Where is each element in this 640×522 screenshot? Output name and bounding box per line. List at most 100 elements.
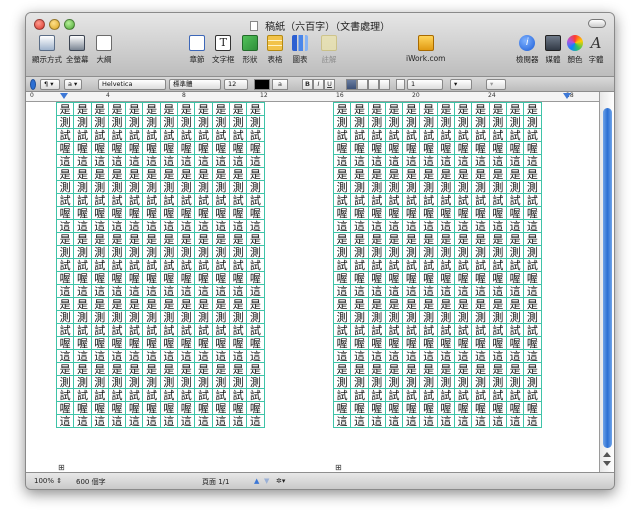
manuscript-cell[interactable]: 是 — [419, 297, 438, 311]
manuscript-cell[interactable]: 試 — [471, 128, 490, 142]
manuscript-cell[interactable]: 喔 — [488, 141, 507, 155]
manuscript-cell[interactable]: 喔 — [159, 206, 179, 220]
manuscript-cell[interactable]: 這 — [332, 349, 352, 363]
manuscript-cell[interactable]: 試 — [384, 193, 404, 207]
table-handle-icon[interactable]: ⊞ — [58, 463, 65, 472]
manuscript-cell[interactable]: 是 — [159, 362, 179, 376]
manuscript-cell[interactable]: 測 — [419, 115, 438, 129]
manuscript-cell[interactable]: 這 — [436, 414, 456, 428]
manuscript-cell[interactable]: 是 — [246, 362, 265, 376]
manuscript-cell[interactable]: 測 — [350, 115, 369, 129]
manuscript-cell[interactable]: 這 — [125, 414, 144, 428]
manuscript-cell[interactable]: 測 — [177, 180, 196, 194]
manuscript-cell[interactable]: 試 — [436, 128, 456, 142]
manuscript-cell[interactable]: 是 — [505, 232, 525, 246]
manuscript-cell[interactable]: 喔 — [350, 336, 369, 350]
manuscript-cell[interactable]: 是 — [107, 232, 127, 246]
manuscript-cell[interactable]: 測 — [142, 180, 161, 194]
manuscript-cell[interactable]: 試 — [177, 258, 196, 272]
manuscript-cell[interactable]: 是 — [73, 297, 92, 311]
manuscript-cell[interactable]: 測 — [436, 115, 456, 129]
manuscript-cell[interactable]: 測 — [55, 375, 75, 389]
manuscript-cell[interactable]: 這 — [367, 284, 386, 298]
manuscript-cell[interactable]: 是 — [488, 167, 507, 181]
manuscript-cell[interactable]: 這 — [107, 414, 127, 428]
manuscript-cell[interactable]: 試 — [125, 258, 144, 272]
manuscript-cell[interactable]: 試 — [505, 128, 525, 142]
manuscript-cell[interactable]: 這 — [107, 284, 127, 298]
manuscript-cell[interactable]: 喔 — [488, 336, 507, 350]
manuscript-cell[interactable]: 是 — [211, 297, 230, 311]
manuscript-cell[interactable]: 喔 — [350, 401, 369, 415]
manuscript-cell[interactable]: 測 — [246, 115, 265, 129]
manuscript-cell[interactable]: 是 — [73, 167, 92, 181]
manuscript-cell[interactable]: 這 — [211, 284, 230, 298]
manuscript-cell[interactable]: 這 — [471, 219, 490, 233]
manuscript-cell[interactable]: 喔 — [90, 401, 109, 415]
manuscript-cell[interactable]: 是 — [436, 362, 456, 376]
manuscript-cell[interactable]: 喔 — [177, 141, 196, 155]
manuscript-cell[interactable]: 這 — [73, 284, 92, 298]
manuscript-cell[interactable]: 試 — [350, 388, 369, 402]
manuscript-cell[interactable]: 是 — [384, 102, 404, 116]
manuscript-cell[interactable]: 試 — [488, 258, 507, 272]
manuscript-cell[interactable]: 試 — [107, 193, 127, 207]
manuscript-cell[interactable]: 是 — [177, 362, 196, 376]
manuscript-cell[interactable]: 測 — [505, 310, 525, 324]
manuscript-cell[interactable]: 這 — [350, 349, 369, 363]
manuscript-cell[interactable]: 測 — [419, 375, 438, 389]
manuscript-cell[interactable]: 試 — [177, 128, 196, 142]
manuscript-cell[interactable]: 試 — [384, 323, 404, 337]
manuscript-cell[interactable]: 試 — [107, 258, 127, 272]
manuscript-cell[interactable]: 這 — [350, 284, 369, 298]
manuscript-cell[interactable]: 測 — [211, 180, 230, 194]
manuscript-cell[interactable]: 喔 — [436, 271, 456, 285]
manuscript-cell[interactable]: 測 — [246, 180, 265, 194]
manuscript-cell[interactable]: 是 — [177, 102, 196, 116]
manuscript-cell[interactable]: 是 — [142, 167, 161, 181]
next-page-icon[interactable]: ▼ — [264, 477, 269, 485]
manuscript-cell[interactable]: 這 — [419, 154, 438, 168]
manuscript-cell[interactable]: 試 — [471, 323, 490, 337]
manuscript-cell[interactable]: 這 — [177, 219, 196, 233]
manuscript-cell[interactable]: 喔 — [332, 401, 352, 415]
manuscript-cell[interactable]: 試 — [402, 258, 421, 272]
manuscript-cell[interactable]: 是 — [367, 102, 386, 116]
manuscript-cell[interactable]: 試 — [211, 193, 230, 207]
manuscript-cell[interactable]: 這 — [246, 414, 265, 428]
manuscript-cell[interactable]: 試 — [55, 128, 75, 142]
manuscript-cell[interactable]: 喔 — [142, 206, 161, 220]
manuscript-cell[interactable]: 試 — [454, 323, 473, 337]
manuscript-cell[interactable]: 試 — [159, 128, 179, 142]
manuscript-cell[interactable]: 是 — [55, 297, 75, 311]
manuscript-cell[interactable]: 這 — [142, 154, 161, 168]
manuscript-cell[interactable]: 這 — [402, 349, 421, 363]
manuscript-cell[interactable]: 測 — [194, 375, 213, 389]
manuscript-cell[interactable]: 喔 — [436, 401, 456, 415]
manuscript-cell[interactable]: 喔 — [384, 206, 404, 220]
manuscript-cell[interactable]: 這 — [471, 154, 490, 168]
manuscript-cell[interactable]: 測 — [384, 245, 404, 259]
manuscript-cell[interactable]: 是 — [142, 232, 161, 246]
align-left-button[interactable] — [346, 79, 357, 90]
manuscript-cell[interactable]: 試 — [505, 193, 525, 207]
manuscript-cell[interactable]: 這 — [488, 284, 507, 298]
manuscript-cell[interactable]: 測 — [90, 180, 109, 194]
manuscript-cell[interactable]: 喔 — [384, 336, 404, 350]
manuscript-cell[interactable]: 這 — [90, 349, 109, 363]
manuscript-cell[interactable]: 是 — [350, 362, 369, 376]
manuscript-cell[interactable]: 這 — [211, 154, 230, 168]
manuscript-cell[interactable]: 測 — [246, 245, 265, 259]
manuscript-cell[interactable]: 試 — [505, 388, 525, 402]
manuscript-cell[interactable]: 喔 — [523, 336, 542, 350]
manuscript-cell[interactable]: 這 — [246, 284, 265, 298]
manuscript-cell[interactable]: 測 — [107, 310, 127, 324]
manuscript-cell[interactable]: 試 — [125, 323, 144, 337]
manuscript-cell[interactable]: 試 — [419, 193, 438, 207]
manuscript-cell[interactable]: 試 — [228, 258, 248, 272]
manuscript-cell[interactable]: 是 — [228, 102, 248, 116]
manuscript-cell[interactable]: 喔 — [454, 206, 473, 220]
manuscript-cell[interactable]: 喔 — [367, 271, 386, 285]
manuscript-cell[interactable]: 這 — [523, 154, 542, 168]
manuscript-cell[interactable]: 是 — [471, 102, 490, 116]
